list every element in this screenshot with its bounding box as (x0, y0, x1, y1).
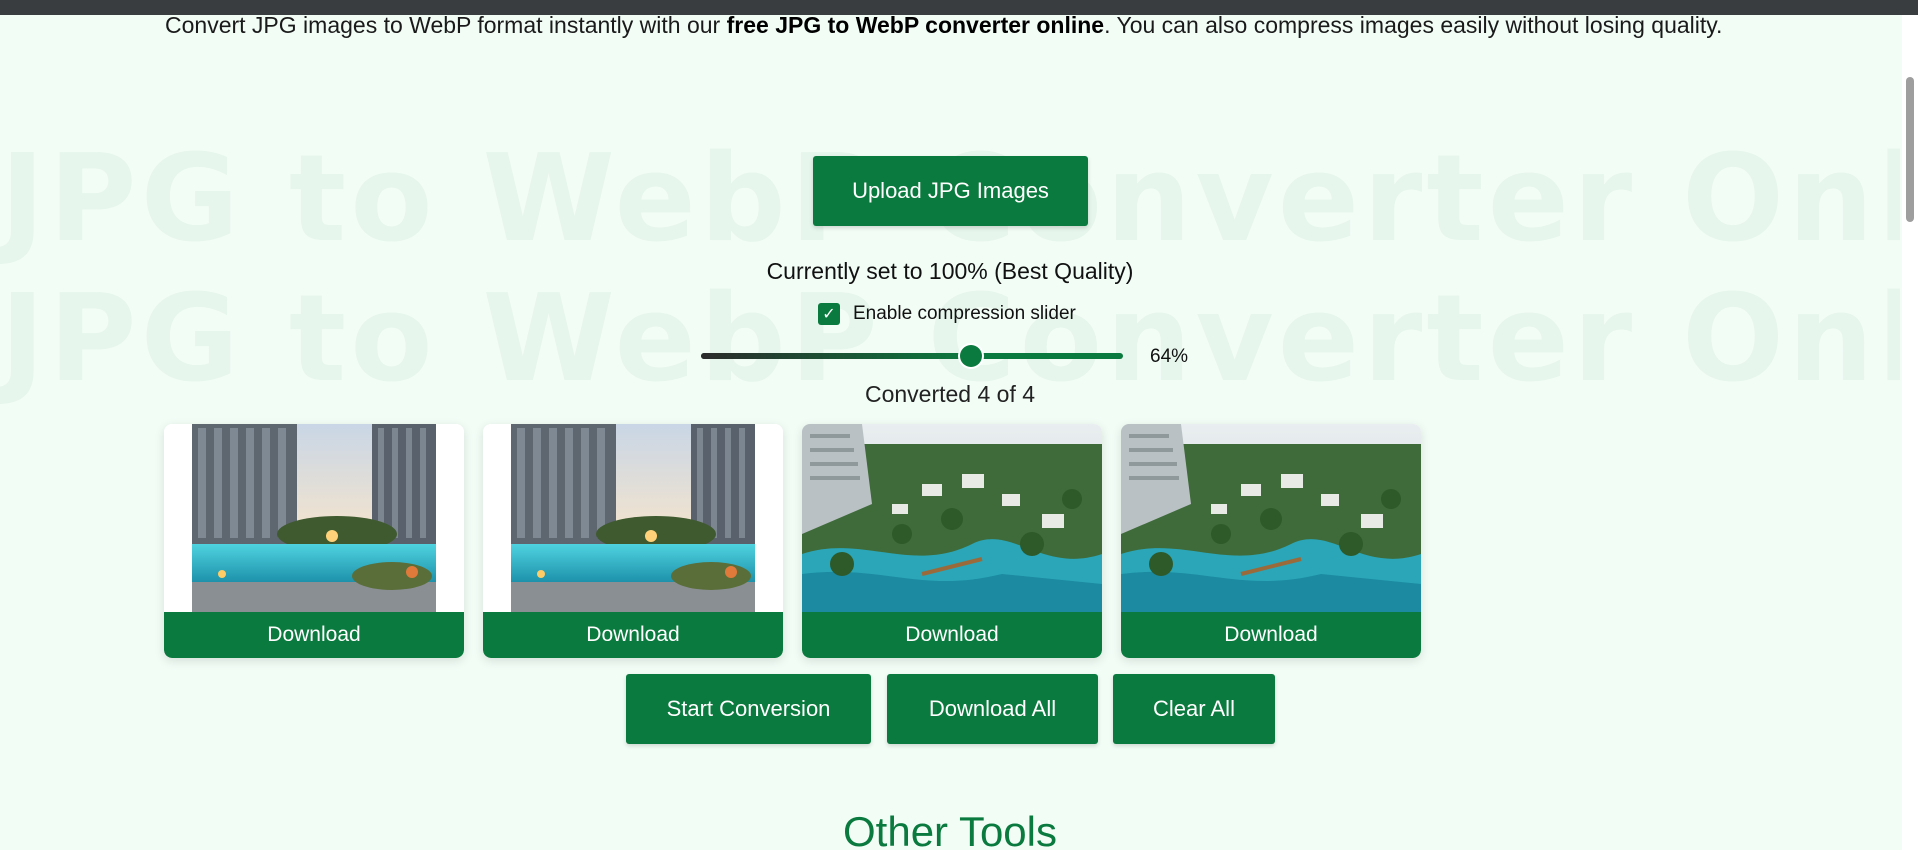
intro-text-end: . You can also compress images easily wi… (1104, 12, 1723, 38)
upload-jpg-button[interactable]: Upload JPG Images (813, 156, 1088, 226)
pool-tower-image (511, 424, 755, 612)
download-all-button[interactable]: Download All (887, 674, 1098, 744)
compression-toggle-row: ✓ Enable compression slider (818, 302, 1076, 326)
river-villa-image (1121, 424, 1421, 612)
download-button[interactable]: Download (483, 612, 783, 658)
slider-fill (701, 353, 972, 359)
compression-checkbox[interactable]: ✓ (818, 303, 840, 325)
start-conversion-button[interactable]: Start Conversion (626, 674, 871, 744)
slider-value: 64% (1150, 346, 1189, 367)
download-button[interactable]: Download (802, 612, 1102, 658)
image-card: Download (1121, 424, 1421, 658)
conversion-status: Converted 4 of 4 (864, 381, 1036, 407)
river-villa-image (802, 424, 1102, 612)
slider-thumb[interactable] (960, 345, 983, 367)
image-preview-container (802, 424, 1102, 612)
page-scrollbar[interactable] (1902, 15, 1918, 850)
clear-all-button[interactable]: Clear All (1113, 674, 1275, 744)
pool-tower-image (192, 424, 436, 612)
download-button[interactable]: Download (1121, 612, 1421, 658)
scrollbar-thumb[interactable] (1906, 77, 1914, 222)
compression-slider[interactable] (701, 345, 1123, 367)
image-card-list: Download Download Download Download (164, 424, 1421, 658)
compression-checkbox-label: Enable compression slider (853, 303, 1076, 324)
download-button[interactable]: Download (164, 612, 464, 658)
intro-text: Convert JPG images to WebP format instan… (165, 12, 727, 38)
image-card: Download (164, 424, 464, 658)
image-preview-container (164, 424, 464, 612)
other-tools-heading: Other Tools (843, 808, 1057, 850)
image-preview-container (1121, 424, 1421, 612)
image-card: Download (802, 424, 1102, 658)
image-card: Download (483, 424, 783, 658)
quality-status: Currently set to 100% (Best Quality) (766, 258, 1134, 284)
image-preview-container (483, 424, 783, 612)
intro-paragraph: Convert JPG images to WebP format instan… (165, 12, 1765, 39)
intro-bold-text: free JPG to WebP converter online (726, 12, 1105, 38)
